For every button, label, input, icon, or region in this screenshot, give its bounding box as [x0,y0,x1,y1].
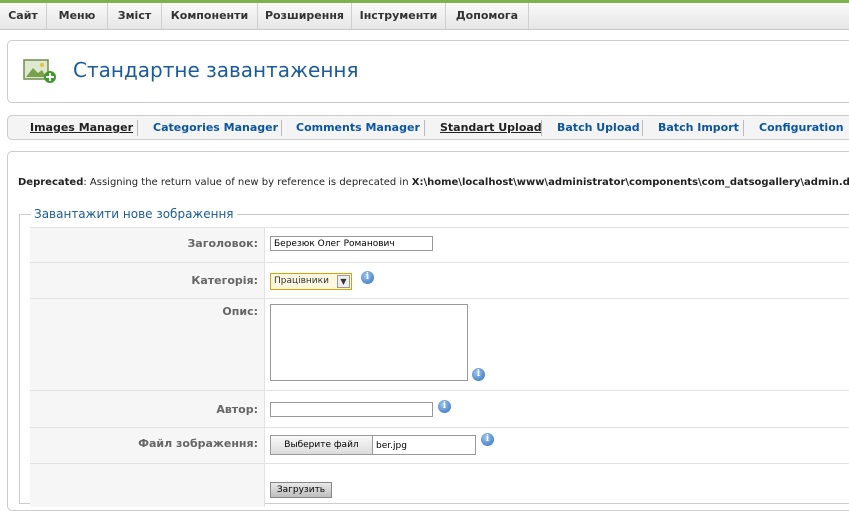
deprecated-notice: Deprecated: Assigning the return value o… [18,177,849,188]
tab-categories-manager[interactable]: Categories Manager [153,121,278,134]
menu-tools[interactable]: Інструменти [352,3,446,29]
notice-path: X:\home\localhost\www\administrator\comp… [411,177,849,188]
menu-menus[interactable]: Меню [47,3,108,29]
menu-components[interactable]: Компоненти [162,3,258,29]
sub-separator [541,120,542,136]
sub-separator [424,120,425,136]
sub-separator [642,120,643,136]
title-input[interactable] [270,236,433,251]
tab-comments-manager[interactable]: Comments Manager [296,121,420,134]
description-textarea[interactable] [270,304,468,381]
sub-separator [137,120,138,136]
menu-extensions[interactable]: Розширення [258,3,352,29]
info-icon[interactable]: i [361,271,374,284]
tab-batch-import[interactable]: Batch Import [658,121,739,134]
file-name: ber.jpg [376,441,407,451]
sub-separator [281,120,282,136]
upload-button[interactable]: Загрузить [270,482,332,498]
fieldset-legend: Завантажити нове зображення [31,207,237,221]
choose-file-button[interactable]: Выберите файл [270,435,373,455]
tab-batch-upload[interactable]: Batch Upload [557,121,640,134]
menu-site[interactable]: Сайт [0,3,47,29]
menu-content[interactable]: Зміст [108,3,162,29]
notice-text: : Assigning the return value of new by r… [83,177,412,188]
category-selected-value: Працівники [274,276,329,286]
tab-images-manager[interactable]: Images Manager [30,121,133,134]
sub-separator [743,120,744,136]
category-select[interactable]: Працівники ▼ [270,273,352,290]
select-arrow-icon: ▼ [337,275,350,288]
tab-configuration[interactable]: Configuration [759,121,844,134]
row-divider [30,390,849,391]
row-divider [30,463,849,464]
row-divider [30,427,849,428]
notice-label: Deprecated [18,177,84,188]
image-upload-icon [23,59,56,83]
info-icon[interactable]: i [438,400,451,413]
tab-standart-upload[interactable]: Standart Upload [440,121,542,134]
menu-help[interactable]: Допомога [446,3,529,29]
top-menubar: Сайт Меню Зміст Компоненти Розширення Ін… [0,3,849,30]
row-divider [30,298,849,299]
row-divider [30,262,849,263]
info-icon[interactable]: i [472,368,485,381]
page-title: Стандартне завантаження [73,58,359,82]
info-icon[interactable]: i [481,433,494,446]
author-input[interactable] [270,402,433,417]
